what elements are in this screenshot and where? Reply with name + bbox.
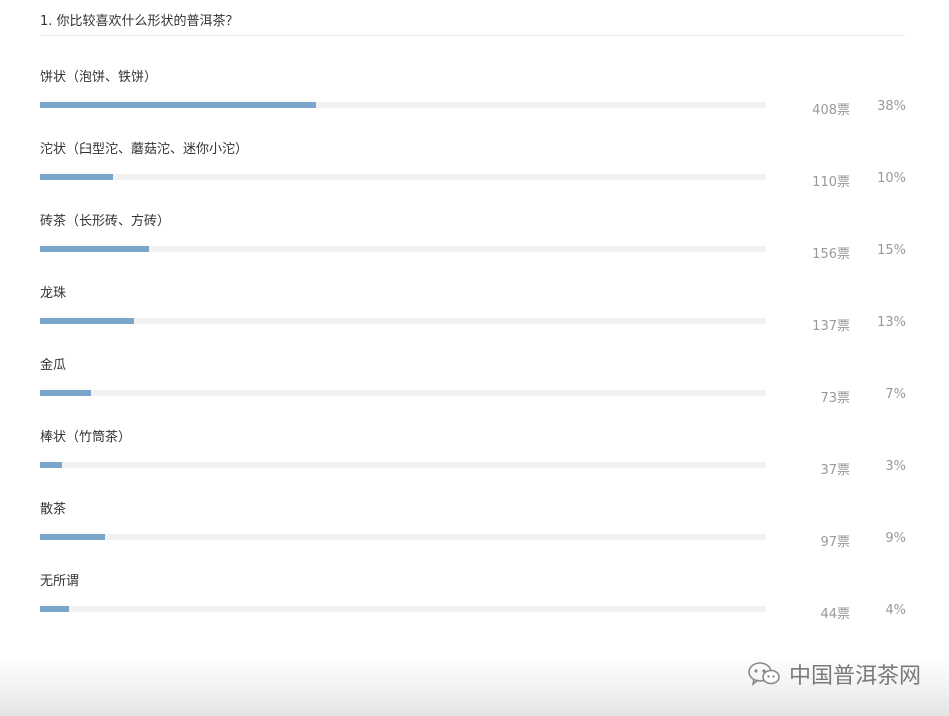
progress-bar-fill <box>40 246 149 252</box>
vote-percent: 3% <box>885 459 906 474</box>
progress-bar-track <box>40 390 766 396</box>
vote-count: 44票 <box>820 607 850 622</box>
options-list: 饼状（泡饼、铁饼） 408票 38% 沱状（臼型沱、蘑菇沱、迷你小沱） 110票 10% 砖… <box>40 70 910 646</box>
progress-bar-track <box>40 606 766 612</box>
progress-bar-track <box>40 318 766 324</box>
option-label: 龙珠 <box>40 286 67 301</box>
option-row: 砖茶（长形砖、方砖） 156票 15% <box>40 214 910 286</box>
vote-count: 110票 <box>812 175 850 190</box>
option-row: 无所谓 44票 4% <box>40 574 910 646</box>
option-row: 金瓜 73票 7% <box>40 358 910 430</box>
option-label: 金瓜 <box>40 358 67 373</box>
option-row: 沱状（臼型沱、蘑菇沱、迷你小沱） 110票 10% <box>40 142 910 214</box>
progress-bar-fill <box>40 318 135 324</box>
vote-percent: 10% <box>877 171 906 186</box>
option-label: 饼状（泡饼、铁饼） <box>40 70 158 85</box>
option-row: 饼状（泡饼、铁饼） 408票 38% <box>40 70 910 142</box>
progress-bar-fill <box>40 390 91 396</box>
option-label: 散茶 <box>40 502 67 517</box>
vote-count: 97票 <box>820 535 850 550</box>
vote-percent: 15% <box>877 243 906 258</box>
vote-percent: 13% <box>877 315 906 330</box>
progress-bar-track <box>40 462 766 468</box>
watermark: 中国普洱茶网 <box>747 658 921 690</box>
progress-bar-fill <box>40 534 106 540</box>
option-label: 无所谓 <box>40 574 80 589</box>
vote-count: 73票 <box>820 391 850 406</box>
vote-percent: 4% <box>885 603 906 618</box>
vote-count: 408票 <box>812 103 850 118</box>
option-row: 龙珠 137票 13% <box>40 286 910 358</box>
wechat-icon <box>747 660 781 688</box>
option-row: 棒状（竹筒茶） 37票 3% <box>40 430 910 502</box>
vote-percent: 38% <box>877 99 906 114</box>
vote-count: 156票 <box>812 247 850 262</box>
vote-percent: 9% <box>885 531 906 546</box>
watermark-text: 中国普洱茶网 <box>788 664 921 689</box>
divider <box>40 35 905 36</box>
option-label: 砖茶（长形砖、方砖） <box>40 214 171 229</box>
vote-count: 37票 <box>820 463 850 478</box>
progress-bar-track <box>40 246 766 252</box>
progress-bar-track <box>40 534 766 540</box>
option-label: 沱状（臼型沱、蘑菇沱、迷你小沱） <box>40 142 249 157</box>
progress-bar-fill <box>40 606 70 612</box>
progress-bar-track <box>40 174 766 180</box>
vote-percent: 7% <box>885 387 906 402</box>
progress-bar-fill <box>40 174 113 180</box>
progress-bar-fill <box>40 102 316 108</box>
survey-question: 1. 你比较喜欢什么形状的普洱茶？ <box>40 14 239 29</box>
vote-count: 137票 <box>812 319 850 334</box>
progress-bar-track <box>40 102 766 108</box>
progress-bar-fill <box>40 462 62 468</box>
option-row: 散茶 97票 9% <box>40 502 910 574</box>
option-label: 棒状（竹筒茶） <box>40 430 132 445</box>
